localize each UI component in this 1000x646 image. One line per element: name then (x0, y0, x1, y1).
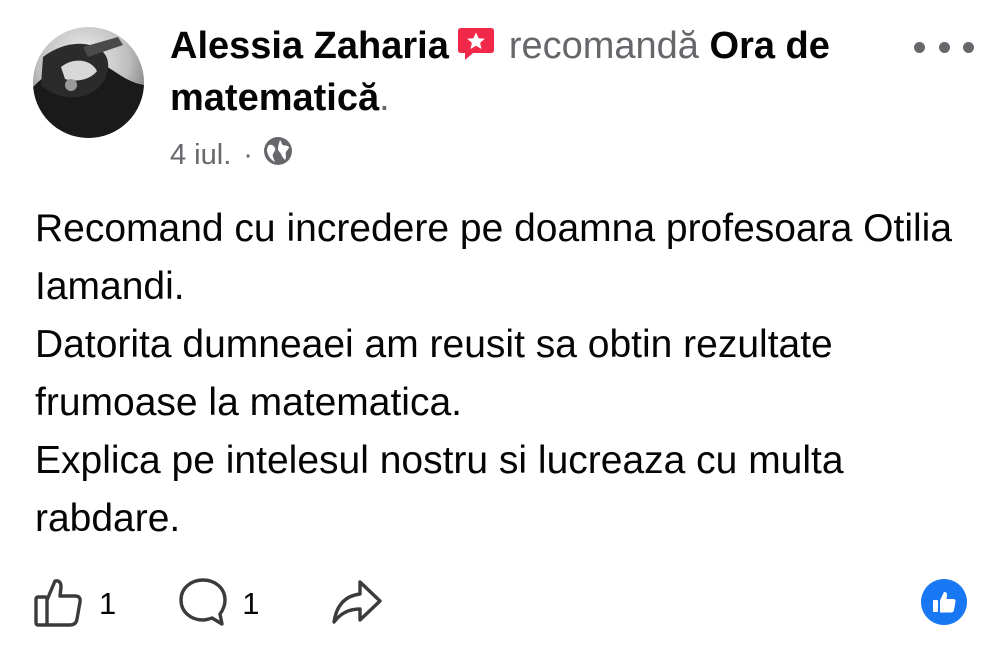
reaction-thumb (933, 591, 956, 613)
meta-separator: · (243, 138, 253, 171)
comment-count: 1 (242, 586, 260, 621)
more-options-icon[interactable] (914, 32, 974, 62)
avatar[interactable] (33, 27, 144, 138)
thumbs-up-icon (33, 576, 85, 633)
header-period: . (379, 77, 390, 119)
post-body: Recomand cu incredere pe doamna profesoa… (35, 200, 985, 548)
action-verb: recomandă (508, 25, 699, 67)
like-button[interactable]: 1 (33, 576, 116, 633)
more-dot (963, 41, 974, 53)
more-dot (914, 41, 925, 53)
share-icon (330, 576, 384, 633)
action-bar: 1 1 (33, 576, 384, 632)
avatar-photo (33, 27, 144, 138)
like-reaction-icon[interactable] (921, 579, 967, 625)
recommendation-star-icon (457, 26, 495, 74)
comment-icon (178, 576, 228, 633)
post-header: Alessia Zaharia recomandă Ora de matemat… (170, 22, 890, 122)
post-date[interactable]: 4 iul. (170, 139, 231, 172)
post-paragraph: Datorita dumneaei am reusit sa obtin rez… (35, 323, 833, 424)
post-meta: 4 iul. · (170, 136, 293, 174)
like-count: 1 (99, 586, 117, 621)
share-button[interactable] (330, 576, 384, 633)
author-name[interactable]: Alessia Zaharia (170, 25, 449, 67)
post-paragraph: Explica pe intelesul nostru si lucreaza … (35, 439, 844, 540)
more-dot (938, 41, 950, 53)
post-paragraph: Recomand cu incredere pe doamna profesoa… (35, 207, 953, 308)
globe-icon (263, 136, 293, 174)
comment-button[interactable]: 1 (178, 576, 260, 633)
